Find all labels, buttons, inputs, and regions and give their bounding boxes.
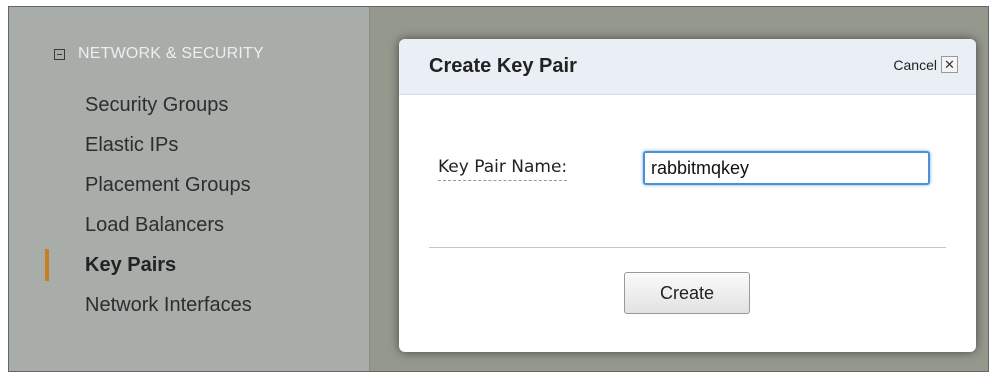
sidebar-item-load-balancers[interactable]: Load Balancers xyxy=(9,205,369,245)
sidebar-item-label: Placement Groups xyxy=(85,174,251,196)
sidebar-item-key-pairs[interactable]: Key Pairs xyxy=(9,245,369,285)
sidebar-item-label: Security Groups xyxy=(85,94,229,116)
collapse-icon[interactable] xyxy=(54,48,65,60)
key-pair-name-input[interactable] xyxy=(643,151,930,185)
dialog-divider xyxy=(429,247,946,248)
sidebar-item-network-interfaces[interactable]: Network Interfaces xyxy=(9,285,369,325)
cancel-link[interactable]: Cancel xyxy=(893,57,937,73)
sidebar-item-elastic-ips[interactable]: Elastic IPs xyxy=(9,125,369,165)
sidebar-item-placement-groups[interactable]: Placement Groups xyxy=(9,165,369,205)
nav-list: Security Groups Elastic IPs Placement Gr… xyxy=(9,85,369,325)
create-button[interactable]: Create xyxy=(624,272,750,314)
key-pair-name-label: Key Pair Name: xyxy=(438,157,568,181)
sidebar-item-label: Elastic IPs xyxy=(85,134,179,156)
cancel-control: Cancel ✕ xyxy=(893,56,958,73)
sidebar-item-label: Key Pairs xyxy=(85,254,177,276)
sidebar-item-security-groups[interactable]: Security Groups xyxy=(9,85,369,125)
section-header[interactable]: NETWORK & SECURITY xyxy=(54,45,264,63)
create-key-pair-dialog: Create Key Pair Cancel ✕ Key Pair Name: … xyxy=(399,39,976,352)
active-item-marker xyxy=(45,249,49,281)
close-icon[interactable]: ✕ xyxy=(941,56,958,73)
sidebar: NETWORK & SECURITY Security Groups Elast… xyxy=(9,7,370,371)
sidebar-item-label: Load Balancers xyxy=(85,214,224,236)
section-header-label: NETWORK & SECURITY xyxy=(78,45,264,62)
app-frame: NETWORK & SECURITY Security Groups Elast… xyxy=(8,6,989,372)
dialog-title: Create Key Pair xyxy=(429,55,577,77)
dialog-header: Create Key Pair Cancel ✕ xyxy=(399,39,976,95)
sidebar-item-label: Network Interfaces xyxy=(85,294,252,316)
